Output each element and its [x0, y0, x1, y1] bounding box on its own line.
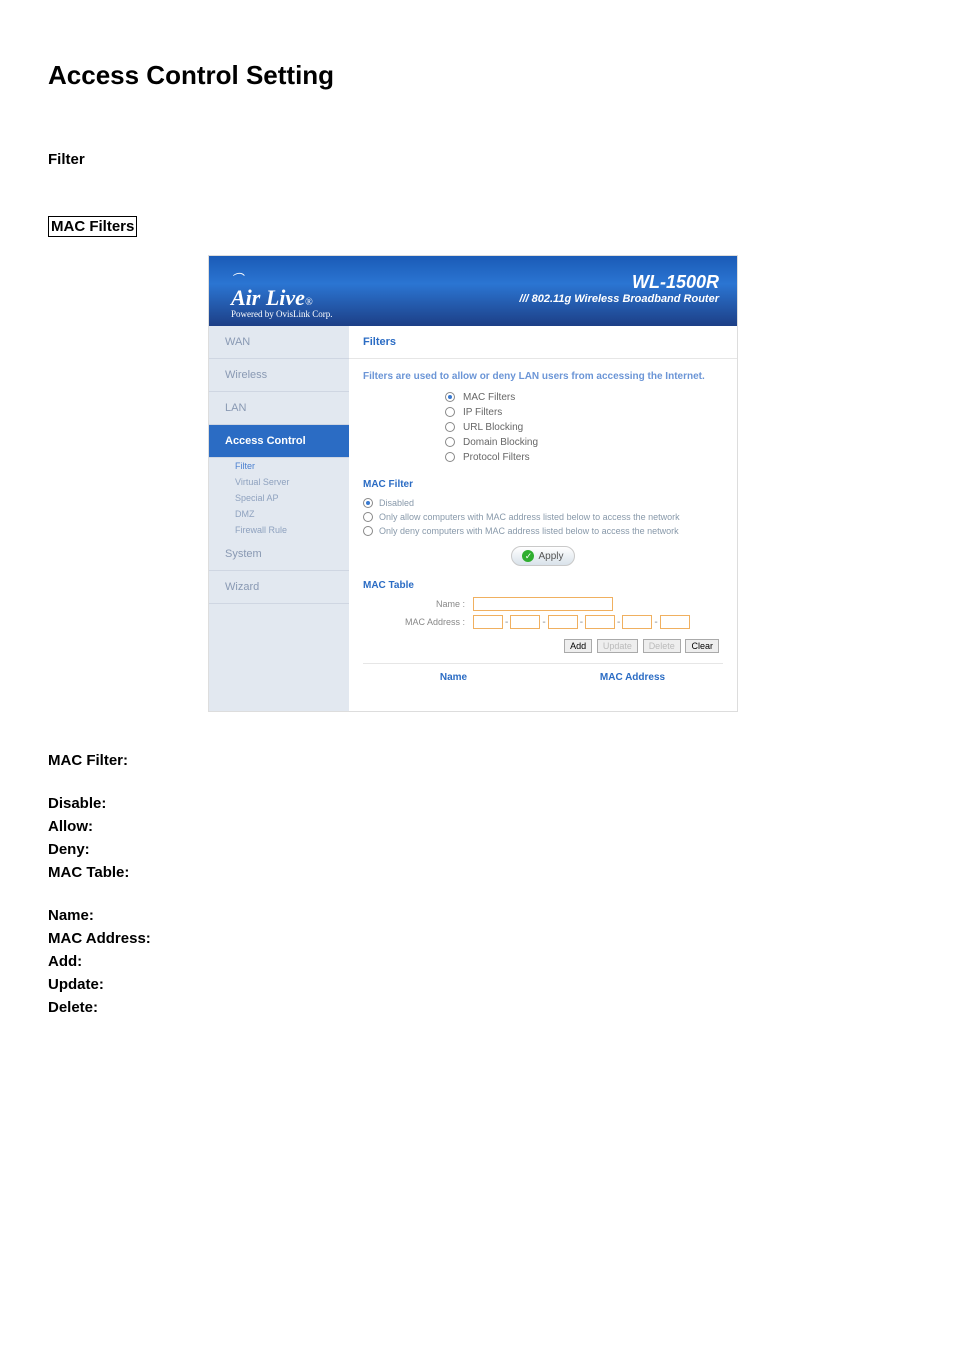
- model-subtitle: /// 802.11g Wireless Broadband Router: [519, 293, 719, 305]
- sidebar-item-access-control[interactable]: Access Control: [209, 425, 349, 458]
- mac-filter-opt-label: Only allow computers with MAC address li…: [379, 512, 680, 522]
- def-update: Update:: [48, 976, 906, 993]
- def-allow: Allow:: [48, 818, 906, 835]
- def-mac-address: MAC Address:: [48, 930, 906, 947]
- col-mac: MAC Address: [544, 666, 721, 689]
- radio-icon: [445, 422, 455, 432]
- mac-table-grid: Name MAC Address: [363, 663, 723, 691]
- section-filter-label: Filter: [48, 151, 906, 168]
- sidebar-item-wizard[interactable]: Wizard: [209, 571, 349, 604]
- radio-icon: [445, 437, 455, 447]
- filter-type-label: MAC Filters: [463, 392, 515, 403]
- mac-filter-opt-label: Only deny computers with MAC address lis…: [379, 526, 679, 536]
- delete-button[interactable]: Delete: [643, 639, 681, 653]
- radio-icon: [363, 512, 373, 522]
- router-header: ⌒ Air Live® Powered by OvisLink Corp. WL…: [209, 256, 737, 326]
- mac-address-label: MAC Address :: [363, 617, 473, 627]
- mac-part-2[interactable]: [510, 615, 540, 629]
- panel-title: Filters: [349, 326, 737, 359]
- brand-logo: ⌒ Air Live® Powered by OvisLink Corp.: [231, 270, 333, 319]
- section-mac-filters-heading: MAC Filters: [48, 216, 137, 237]
- name-input[interactable]: [473, 597, 613, 611]
- sidebar-sub-filter[interactable]: Filter: [209, 458, 349, 474]
- sidebar-submenu: Filter Virtual Server Special AP DMZ Fir…: [209, 458, 349, 538]
- radio-icon: [445, 452, 455, 462]
- radio-icon: [363, 526, 373, 536]
- page-title: Access Control Setting: [48, 60, 906, 91]
- def-disable: Disable:: [48, 795, 906, 812]
- filter-type-ip[interactable]: IP Filters: [363, 405, 723, 420]
- brand-name: Air Live: [231, 285, 305, 310]
- model-number: WL-1500R: [519, 272, 719, 293]
- radio-icon: [445, 407, 455, 417]
- name-label: Name :: [363, 599, 473, 609]
- filter-type-label: Domain Blocking: [463, 437, 538, 448]
- filter-type-label: URL Blocking: [463, 422, 523, 433]
- mac-filter-title: MAC Filter: [363, 479, 723, 490]
- sidebar-item-wan[interactable]: WAN: [209, 326, 349, 359]
- router-admin-panel: ⌒ Air Live® Powered by OvisLink Corp. WL…: [208, 255, 738, 712]
- sidebar-sub-virtual-server[interactable]: Virtual Server: [209, 474, 349, 490]
- mac-part-3[interactable]: [548, 615, 578, 629]
- sidebar-item-wireless[interactable]: Wireless: [209, 359, 349, 392]
- filter-type-protocol[interactable]: Protocol Filters: [363, 450, 723, 465]
- mac-part-6[interactable]: [660, 615, 690, 629]
- radio-icon: [363, 498, 373, 508]
- header-right: WL-1500R /// 802.11g Wireless Broadband …: [519, 272, 719, 305]
- filter-type-domain[interactable]: Domain Blocking: [363, 435, 723, 450]
- filter-type-label: Protocol Filters: [463, 452, 530, 463]
- mac-part-5[interactable]: [622, 615, 652, 629]
- filter-type-mac[interactable]: MAC Filters: [363, 390, 723, 405]
- def-delete: Delete:: [48, 999, 906, 1016]
- radio-icon: [445, 392, 455, 402]
- add-button[interactable]: Add: [564, 639, 592, 653]
- def-add: Add:: [48, 953, 906, 970]
- sidebar-sub-firewall-rule[interactable]: Firewall Rule: [209, 522, 349, 538]
- mac-table-title: MAC Table: [363, 580, 723, 591]
- mac-part-4[interactable]: [585, 615, 615, 629]
- apply-button[interactable]: ✓ Apply: [511, 546, 574, 566]
- mac-filter-opt-allow[interactable]: Only allow computers with MAC address li…: [363, 510, 723, 524]
- clear-button[interactable]: Clear: [685, 639, 719, 653]
- sidebar-sub-dmz[interactable]: DMZ: [209, 506, 349, 522]
- def-mac-filter-heading: MAC Filter:: [48, 752, 906, 769]
- brand-powered-by: Powered by OvisLink Corp.: [231, 309, 333, 319]
- col-name: Name: [365, 666, 542, 689]
- check-icon: ✓: [522, 550, 534, 562]
- panel-hint: Filters are used to allow or deny LAN us…: [363, 371, 723, 382]
- def-mac-table: MAC Table:: [48, 864, 906, 881]
- def-name: Name:: [48, 907, 906, 924]
- filter-type-url[interactable]: URL Blocking: [363, 420, 723, 435]
- reg-mark: ®: [305, 297, 313, 308]
- def-deny: Deny:: [48, 841, 906, 858]
- sidebar-item-lan[interactable]: LAN: [209, 392, 349, 425]
- sidebar: WAN Wireless LAN Access Control Filter V…: [209, 326, 349, 711]
- main-panel: Filters Filters are used to allow or den…: [349, 326, 737, 711]
- filter-type-label: IP Filters: [463, 407, 502, 418]
- mac-filter-opt-deny[interactable]: Only deny computers with MAC address lis…: [363, 524, 723, 538]
- mac-part-1[interactable]: [473, 615, 503, 629]
- sidebar-item-system[interactable]: System: [209, 538, 349, 571]
- sidebar-sub-special-ap[interactable]: Special AP: [209, 490, 349, 506]
- apply-label: Apply: [538, 551, 563, 562]
- update-button[interactable]: Update: [597, 639, 638, 653]
- mac-filter-opt-label: Disabled: [379, 498, 414, 508]
- mac-filter-opt-disabled[interactable]: Disabled: [363, 496, 723, 510]
